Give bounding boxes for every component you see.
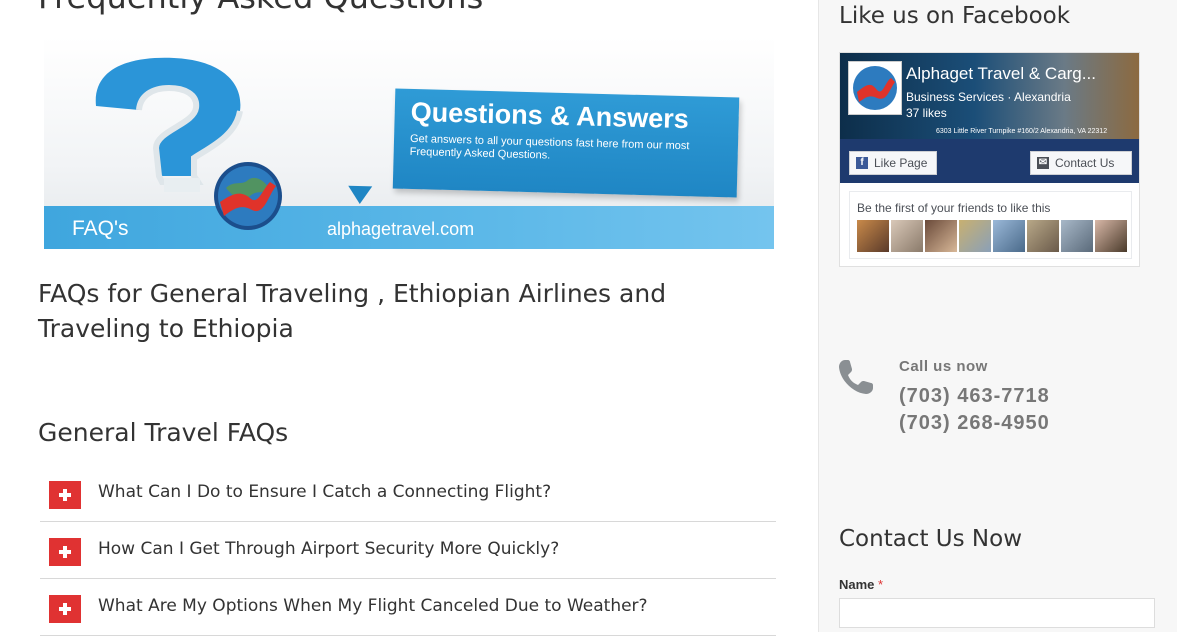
fb-page-name[interactable]: Alphaget Travel & Carg...	[906, 64, 1096, 84]
bubble-text: Get answers to all your questions fast h…	[409, 132, 690, 162]
plus-icon[interactable]	[49, 538, 81, 566]
alpha-globe-icon	[853, 66, 897, 110]
avatar[interactable]	[1095, 220, 1127, 252]
phone-number-2[interactable]: (703) 268-4950	[899, 412, 1050, 435]
fb-likes-count: 37 likes	[906, 106, 947, 120]
questions-bubble: Questions & Answers Get answers to all y…	[392, 88, 740, 198]
plus-icon[interactable]	[49, 595, 81, 623]
like-page-button[interactable]: f Like Page	[849, 151, 937, 175]
call-us-label: Call us now	[899, 358, 988, 375]
fb-page-logo[interactable]	[848, 61, 902, 115]
name-input[interactable]	[839, 598, 1155, 628]
facebook-page-widget: Alphaget Travel & Carg... Business Servi…	[839, 52, 1140, 267]
required-mark: *	[878, 577, 884, 592]
alpha-globe-logo	[214, 162, 282, 230]
fb-page-category: Business Services · Alexandria	[906, 90, 1071, 104]
avatar[interactable]	[959, 220, 991, 252]
avatar[interactable]	[891, 220, 923, 252]
envelope-icon: ✉	[1037, 157, 1049, 169]
faq-question[interactable]: What Can I Do to Ensure I Catch a Connec…	[98, 482, 551, 502]
fb-address: 6303 Little River Turnpike #160/2 Alexan…	[936, 128, 1108, 135]
avatar[interactable]	[925, 220, 957, 252]
avatar[interactable]	[1061, 220, 1093, 252]
avatar[interactable]	[993, 220, 1025, 252]
plus-icon[interactable]	[49, 481, 81, 509]
faq-question[interactable]: How Can I Get Through Airport Security M…	[98, 539, 559, 559]
banner-faq-label: FAQ's	[72, 217, 129, 240]
facebook-heading: Like us on Facebook	[839, 3, 1071, 29]
contact-us-label: Contact Us	[1055, 156, 1115, 170]
facebook-icon: f	[856, 157, 868, 169]
faq-item[interactable]: What Can I Do to Ensure I Catch a Connec…	[40, 465, 776, 522]
phone-number-1[interactable]: (703) 463-7718	[899, 385, 1050, 408]
avatar[interactable]	[1027, 220, 1059, 252]
phone-icon	[839, 360, 873, 394]
faq-question[interactable]: What Are My Options When My Flight Cance…	[98, 596, 648, 616]
main-content: Frequently Asked Questions Questions & A…	[0, 0, 818, 636]
bubble-title: Questions & Answers	[410, 96, 690, 135]
faq-item[interactable]: What Are My Options When My Flight Cance…	[40, 579, 776, 636]
fb-friends-box: Be the first of your friends to like thi…	[849, 191, 1132, 259]
sidebar: Like us on Facebook Alphaget Travel & Ca…	[818, 0, 1177, 632]
page-title: Frequently Asked Questions	[38, 0, 483, 16]
name-field-label: Name *	[839, 577, 883, 592]
intro-heading: FAQs for General Traveling , Ethiopian A…	[38, 279, 667, 343]
faq-item[interactable]: How Can I Get Through Airport Security M…	[40, 522, 776, 579]
like-page-label: Like Page	[874, 156, 928, 170]
avatar[interactable]	[857, 220, 889, 252]
fb-friends-text: Be the first of your friends to like thi…	[857, 201, 1051, 215]
name-label-text: Name	[839, 577, 875, 592]
contact-heading: Contact Us Now	[839, 526, 1023, 552]
bubble-tail	[347, 185, 373, 205]
fb-cover-photo[interactable]: Alphaget Travel & Carg... Business Servi…	[840, 53, 1139, 139]
banner-site-label: alphagetravel.com	[327, 219, 475, 239]
section-heading: General Travel FAQs	[38, 418, 289, 447]
contact-us-button[interactable]: ✉ Contact Us	[1030, 151, 1132, 175]
